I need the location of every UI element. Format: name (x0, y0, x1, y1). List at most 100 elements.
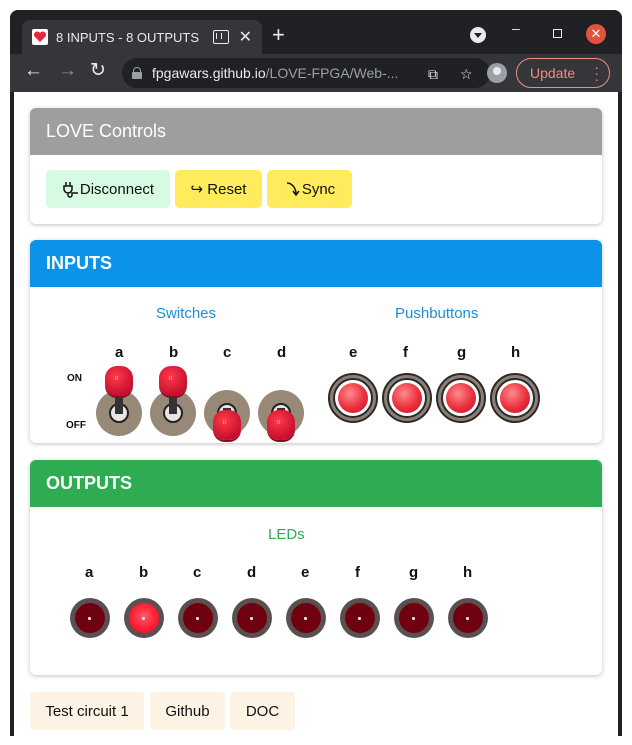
led-lamp (129, 603, 159, 633)
url-path: /LOVE-FPGA/Web-... (265, 65, 399, 81)
lock-icon[interactable] (132, 67, 142, 79)
pushbutton-ring (387, 378, 427, 418)
led-label: h (463, 564, 473, 581)
love-controls-card: LOVE Controls Disconnect ↪ Reset Sync (30, 108, 602, 224)
toggle-switch-c[interactable] (204, 356, 250, 440)
reset-label: ↪ Reset (190, 181, 247, 198)
reload-icon[interactable]: ↻ (90, 61, 106, 81)
led-f (340, 598, 380, 638)
leds-group-label: LEDs (268, 526, 305, 543)
pushbutton-label: g (457, 344, 467, 361)
pushbutton-cap (500, 383, 530, 413)
update-label: Update (530, 65, 576, 81)
github-button[interactable]: Github (150, 692, 225, 730)
pushbutton-ring (495, 378, 535, 418)
new-tab-button[interactable]: + (272, 24, 285, 46)
switch-off-label: OFF (66, 420, 86, 431)
switch-knob (267, 410, 295, 440)
led-lamp (345, 603, 375, 633)
pushbutton-ring (333, 378, 373, 418)
led-g (394, 598, 434, 638)
led-h (448, 598, 488, 638)
browser-toolbar: ← → ↻ fpgawars.github.io/LOVE-FPGA/Web-.… (10, 54, 622, 92)
browser-window: 8 INPUTS - 8 OUTPUTS ✕ + – ✕ ← → ↻ fpgaw… (10, 10, 622, 736)
tab-close-icon[interactable]: ✕ (239, 27, 252, 47)
maximize-button[interactable] (553, 29, 562, 38)
led-lamp (183, 603, 213, 633)
led-label: g (409, 564, 419, 581)
led-d (232, 598, 272, 638)
test-circuit-label: Test circuit 1 (45, 702, 129, 720)
led-a (70, 598, 110, 638)
led-b (124, 598, 164, 638)
forward-arrow-icon[interactable]: → (58, 61, 77, 81)
switch-on-label: ON (67, 373, 82, 384)
outputs-header: OUTPUTS (30, 460, 602, 507)
pushbuttons-group-label: Pushbuttons (395, 305, 479, 322)
led-label: f (355, 564, 360, 581)
led-lamp (237, 603, 267, 633)
led-label: d (247, 564, 257, 581)
pushbutton-e[interactable] (328, 373, 378, 423)
pushbutton-cap (446, 383, 476, 413)
switches-group-label: Switches (156, 305, 217, 322)
tab-search-icon[interactable] (470, 27, 486, 43)
sync-button[interactable]: Sync (267, 170, 352, 208)
minimize-button[interactable]: – (512, 20, 520, 36)
pushbutton-g[interactable] (436, 373, 486, 423)
page-content: LOVE Controls Disconnect ↪ Reset Sync IN… (14, 92, 618, 736)
disconnect-label: Disconnect (79, 180, 155, 198)
led-lamp (453, 603, 483, 633)
led-c (178, 598, 218, 638)
led-lamp (75, 603, 105, 633)
pushbutton-f[interactable] (382, 373, 432, 423)
tab-strip: 8 INPUTS - 8 OUTPUTS ✕ + – ✕ (10, 10, 622, 54)
disconnect-button[interactable]: Disconnect (46, 170, 170, 208)
sync-label: Sync (301, 180, 336, 198)
doc-label: DOC (245, 702, 280, 720)
tab-media-icon[interactable] (212, 30, 229, 44)
outputs-card: OUTPUTS LEDs a b c d e f g h (30, 460, 602, 675)
switch-knob (213, 410, 241, 440)
led-lamp (291, 603, 321, 633)
inputs-header: INPUTS (30, 240, 602, 287)
led-label: e (301, 564, 310, 581)
led-label: b (139, 564, 149, 581)
update-button[interactable]: Update · · · (516, 58, 610, 88)
star-bookmark-icon[interactable]: ☆ (460, 66, 473, 83)
translate-icon[interactable]: ⧉ (428, 66, 438, 83)
test-circuit-button[interactable]: Test circuit 1 (30, 692, 144, 730)
pushbutton-label: h (511, 344, 521, 361)
heart-favicon-icon (32, 29, 48, 45)
doc-button[interactable]: DOC (230, 692, 295, 730)
pushbutton-label: e (349, 344, 358, 361)
kebab-menu-icon[interactable]: · · · (594, 60, 599, 86)
led-label: a (85, 564, 94, 581)
led-lamp (399, 603, 429, 633)
plug-icon (63, 182, 78, 198)
back-arrow-icon[interactable]: ← (24, 61, 43, 81)
toggle-switch-b[interactable] (150, 356, 196, 436)
url-host: fpgawars.github.io (152, 65, 266, 81)
toggle-switch-d[interactable] (258, 356, 304, 440)
pushbutton-cap (338, 383, 368, 413)
switch-knob (105, 366, 133, 396)
profile-avatar-icon[interactable] (487, 63, 507, 83)
toggle-switch-a[interactable] (96, 356, 142, 436)
led-e (286, 598, 326, 638)
tab-title: 8 INPUTS - 8 OUTPUTS (56, 29, 200, 45)
love-controls-header: LOVE Controls (30, 108, 602, 155)
switch-knob (159, 366, 187, 396)
led-label: c (193, 564, 202, 581)
pushbutton-ring (441, 378, 481, 418)
browser-tab[interactable]: 8 INPUTS - 8 OUTPUTS ✕ (22, 20, 262, 54)
pushbutton-h[interactable] (490, 373, 540, 423)
sync-arrow-icon (286, 182, 300, 197)
inputs-card: INPUTS Switches Pushbuttons ON OFF abcd … (30, 240, 602, 443)
github-label: Github (165, 702, 210, 720)
address-bar[interactable]: fpgawars.github.io/LOVE-FPGA/Web-... ⧉ ☆ (122, 58, 490, 88)
window-close-button[interactable]: ✕ (586, 24, 606, 44)
pushbutton-label: f (403, 344, 408, 361)
reset-button[interactable]: ↪ Reset (175, 170, 262, 208)
pushbutton-cap (392, 383, 422, 413)
